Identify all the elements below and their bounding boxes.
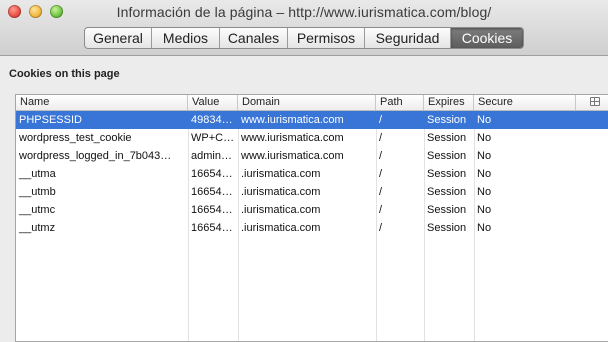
cookie-expires: Session [427, 222, 467, 234]
cookie-value: WP+C… [191, 132, 235, 144]
cookie-name: wordpress_test_cookie [19, 132, 132, 144]
cookie-domain: .iurismatica.com [241, 204, 321, 216]
cookie-expires: Session [427, 150, 467, 162]
cookie-secure: No [477, 168, 492, 180]
cookie-value: 49834… [191, 114, 233, 126]
cookie-name: PHPSESSID [19, 114, 82, 126]
window-title: Información de la página – http://www.iu… [116, 4, 492, 20]
cookie-domain: .iurismatica.com [241, 222, 321, 234]
cookie-domain: www.iurismatica.com [241, 150, 344, 162]
cookie-expires: Session [427, 186, 467, 198]
cookie-name: __utma [19, 168, 56, 180]
column-header-domain[interactable]: Domain [238, 95, 376, 110]
tab-permisos[interactable]: Permisos [288, 28, 365, 48]
cookie-secure: No [477, 114, 492, 126]
column-header-value[interactable]: Value [188, 95, 238, 110]
table-row[interactable]: __utma 16654… .iurismatica.com / Session… [16, 165, 608, 183]
cookie-value: admin… [191, 150, 232, 162]
column-header-name[interactable]: Name [16, 95, 188, 110]
cookie-name: wordpress_logged_in_7b043… [19, 150, 172, 162]
cookie-secure: No [477, 150, 492, 162]
table-row[interactable]: __utmc 16654… .iurismatica.com / Session… [16, 201, 608, 219]
tab-cookies[interactable]: Cookies [451, 28, 523, 48]
cookie-domain: www.iurismatica.com [241, 132, 344, 144]
cookie-secure: No [477, 222, 492, 234]
cookie-secure: No [477, 204, 492, 216]
cookie-secure: No [477, 132, 492, 144]
tab-general[interactable]: General [85, 28, 152, 48]
cookie-expires: Session [427, 114, 467, 126]
cookie-path: / [379, 114, 383, 126]
cookie-value: 16654… [191, 222, 233, 234]
column-header-secure[interactable]: Secure [474, 95, 576, 110]
cookie-expires: Session [427, 168, 467, 180]
table-row[interactable]: wordpress_logged_in_7b043… admin… www.iu… [16, 147, 608, 165]
cookies-table: Name Value Domain Path Expires Secure PH… [15, 94, 608, 342]
tab-seguridad[interactable]: Seguridad [365, 28, 451, 48]
table-row[interactable]: __utmb 16654… .iurismatica.com / Session… [16, 183, 608, 201]
table-row[interactable]: wordpress_test_cookie WP+C… www.iurismat… [16, 129, 608, 147]
cookie-path: / [379, 168, 383, 180]
cookie-path: / [379, 150, 383, 162]
cookie-expires: Session [427, 132, 467, 144]
cookie-value: 16654… [191, 168, 233, 180]
cookie-path: / [379, 222, 383, 234]
column-picker-icon[interactable] [590, 97, 600, 106]
table-body: PHPSESSID 49834… www.iurismatica.com / S… [16, 111, 608, 237]
column-header-path[interactable]: Path [376, 95, 424, 110]
table-row[interactable]: __utmz 16654… .iurismatica.com / Session… [16, 219, 608, 237]
table-row[interactable]: PHPSESSID 49834… www.iurismatica.com / S… [16, 111, 608, 129]
cookie-secure: No [477, 186, 492, 198]
cookie-name: __utmb [19, 186, 56, 198]
cookie-path: / [379, 204, 383, 216]
cookie-value: 16654… [191, 204, 233, 216]
column-header-expires[interactable]: Expires [424, 95, 474, 110]
table-header: Name Value Domain Path Expires Secure [16, 95, 608, 111]
cookie-domain: .iurismatica.com [241, 168, 321, 180]
section-heading: Cookies on this page [9, 68, 120, 80]
cookie-domain: .iurismatica.com [241, 186, 321, 198]
cookie-path: / [379, 132, 383, 144]
cookie-name: __utmc [19, 204, 56, 216]
cookie-expires: Session [427, 204, 467, 216]
cookie-value: 16654… [191, 186, 233, 198]
tab-canales[interactable]: Canales [220, 28, 288, 48]
window-titlebar: Información de la página – http://www.iu… [0, 0, 608, 56]
tab-bar: General Medios Canales Permisos Segurida… [84, 27, 524, 49]
cookie-path: / [379, 186, 383, 198]
cookie-domain: www.iurismatica.com [241, 114, 344, 126]
cookie-name: __utmz [19, 222, 56, 234]
tab-medios[interactable]: Medios [152, 28, 220, 48]
